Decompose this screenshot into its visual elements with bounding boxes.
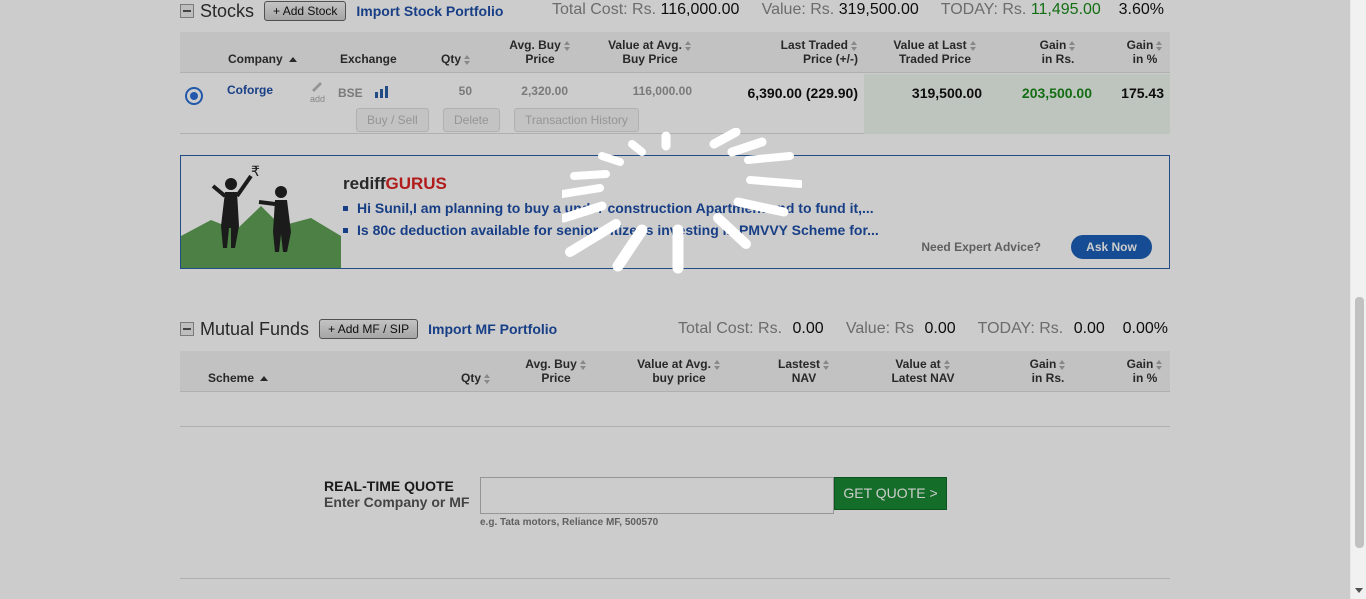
scrollbar-thumb[interactable] (1355, 297, 1364, 548)
loading-overlay (0, 0, 1350, 599)
scroll-down-icon[interactable] (1355, 588, 1363, 593)
vertical-scrollbar[interactable] (1350, 0, 1366, 599)
portfolio-page: Stocks + Add Stock Import Stock Portfoli… (0, 0, 1350, 599)
spinner-icon (562, 128, 802, 274)
